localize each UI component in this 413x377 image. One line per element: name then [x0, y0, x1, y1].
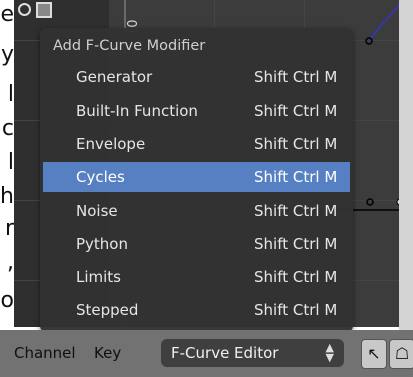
- menu-item-shortcut: Shift Ctrl M: [254, 135, 338, 153]
- circle-icon: [18, 3, 31, 16]
- select-arrows-icon: ▲ ▼: [325, 341, 334, 364]
- left-text-fragment: r: [4, 216, 14, 241]
- left-text-fragment: c: [1, 116, 14, 141]
- keyframe-point: [366, 198, 374, 206]
- menu-item-envelope[interactable]: Envelope Shift Ctrl M: [43, 129, 350, 159]
- menu-item-cycles[interactable]: Cycles Shift Ctrl M: [43, 162, 350, 192]
- menu-item-shortcut: Shift Ctrl M: [254, 301, 338, 319]
- left-text-fragment: y: [0, 42, 14, 67]
- left-text-fragment: o: [0, 288, 14, 313]
- menu-item-label: Envelope: [76, 135, 146, 153]
- menu-item-shortcut: Shift Ctrl M: [254, 268, 338, 286]
- menu-item-limits[interactable]: Limits Shift Ctrl M: [43, 262, 350, 292]
- left-text-fragment: ,: [7, 250, 14, 275]
- menu-item-label: Noise: [76, 202, 118, 220]
- square-icon: [36, 2, 52, 18]
- cursor-icon[interactable]: ↖: [361, 339, 387, 369]
- menu-title: Add F-Curve Modifier: [53, 38, 206, 54]
- editor-mode-value: F-Curve Editor: [171, 344, 279, 362]
- left-text-strip: e y l c l h r , o: [0, 0, 14, 377]
- f-curve-line-blue: [368, 4, 399, 41]
- menu-item-noise[interactable]: Noise Shift Ctrl M: [43, 196, 350, 226]
- ghost-icon[interactable]: ☖: [389, 339, 413, 369]
- channel-menu[interactable]: Channel: [14, 344, 76, 362]
- menu-item-shortcut: Shift Ctrl M: [254, 202, 338, 220]
- menu-item-shortcut: Shift Ctrl M: [254, 68, 338, 86]
- menu-item-label: Python: [76, 235, 128, 253]
- menu-item-shortcut: Shift Ctrl M: [254, 102, 338, 120]
- menu-item-label: Built-In Function: [76, 102, 198, 120]
- editor-mode-select[interactable]: F-Curve Editor ▲ ▼: [161, 339, 344, 367]
- left-text-fragment: h: [0, 184, 14, 209]
- right-edge-strip: [399, 0, 413, 330]
- editor-header: Channel Key F-Curve Editor ▲ ▼ ↖ ☖: [0, 330, 413, 377]
- menu-item-label: Stepped: [76, 301, 139, 319]
- left-text-fragment: e: [0, 2, 14, 27]
- graph-tool-icons: [14, 0, 54, 22]
- menu-item-shortcut: Shift Ctrl M: [254, 168, 338, 186]
- menu-item-stepped[interactable]: Stepped Shift Ctrl M: [43, 295, 350, 325]
- menu-item-label: Generator: [76, 68, 153, 86]
- menu-item-shortcut: Shift Ctrl M: [254, 235, 338, 253]
- menu-item-label: Limits: [76, 268, 121, 286]
- menu-item-label: Cycles: [76, 168, 125, 186]
- key-menu[interactable]: Key: [94, 344, 121, 362]
- add-fcurve-modifier-menu: Add F-Curve Modifier Generator Shift Ctr…: [40, 28, 353, 332]
- menu-item-generator[interactable]: Generator Shift Ctrl M: [43, 62, 350, 92]
- menu-item-python[interactable]: Python Shift Ctrl M: [43, 229, 350, 259]
- menu-item-built-in-function[interactable]: Built-In Function Shift Ctrl M: [43, 96, 350, 126]
